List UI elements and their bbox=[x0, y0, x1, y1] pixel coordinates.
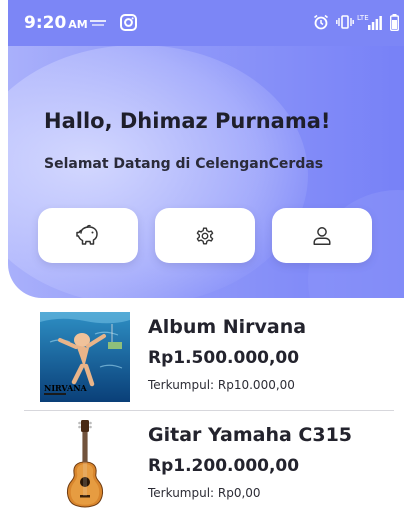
status-time-ampm: AM bbox=[68, 18, 88, 31]
item-price: Rp1.200.000,00 bbox=[148, 456, 300, 476]
album-cover-thumbnail: NIRVANA bbox=[40, 312, 130, 402]
signal-icon bbox=[368, 16, 382, 30]
notification-icon bbox=[90, 20, 106, 26]
instagram-icon bbox=[120, 14, 137, 31]
list-item[interactable]: Gitar Yamaha C315 Rp1.200.000,00 Terkump… bbox=[24, 420, 394, 515]
battery-icon bbox=[390, 14, 399, 31]
item-title: Gitar Yamaha C315 bbox=[148, 424, 353, 446]
network-type-label: LTE bbox=[357, 14, 369, 22]
vibrate-icon bbox=[336, 15, 354, 29]
status-bar: 9:20 AM LTE bbox=[8, 0, 404, 46]
settings-button[interactable] bbox=[155, 208, 255, 263]
gear-icon bbox=[196, 227, 214, 244]
item-collected: Terkumpul: Rp0,00 bbox=[148, 486, 261, 500]
list-item[interactable]: NIRVANA Album Nirvana Rp1.500.000,00 Ter… bbox=[24, 312, 394, 412]
status-time-value: 9:20 bbox=[24, 13, 67, 33]
greeting-title: Hallo, Dhimaz Purnama! bbox=[44, 109, 331, 133]
list-divider bbox=[24, 410, 394, 411]
album-logo-text: NIRVANA bbox=[44, 383, 88, 393]
alarm-icon bbox=[314, 14, 328, 30]
profile-button[interactable] bbox=[272, 208, 372, 263]
piggy-bank-icon bbox=[76, 224, 98, 245]
app-screen: 9:20 AM LTE Hallo, Dhimaz Purnama! Selam… bbox=[0, 0, 404, 515]
savings-button[interactable] bbox=[38, 208, 138, 263]
welcome-subtitle: Selamat Datang di CelenganCerdas bbox=[44, 156, 324, 172]
item-price: Rp1.500.000,00 bbox=[148, 348, 300, 368]
status-time: 9:20 AM bbox=[24, 13, 88, 33]
guitar-thumbnail bbox=[66, 420, 104, 508]
user-icon bbox=[313, 226, 331, 245]
item-title: Album Nirvana bbox=[148, 316, 307, 338]
item-collected: Terkumpul: Rp10.000,00 bbox=[148, 378, 295, 392]
